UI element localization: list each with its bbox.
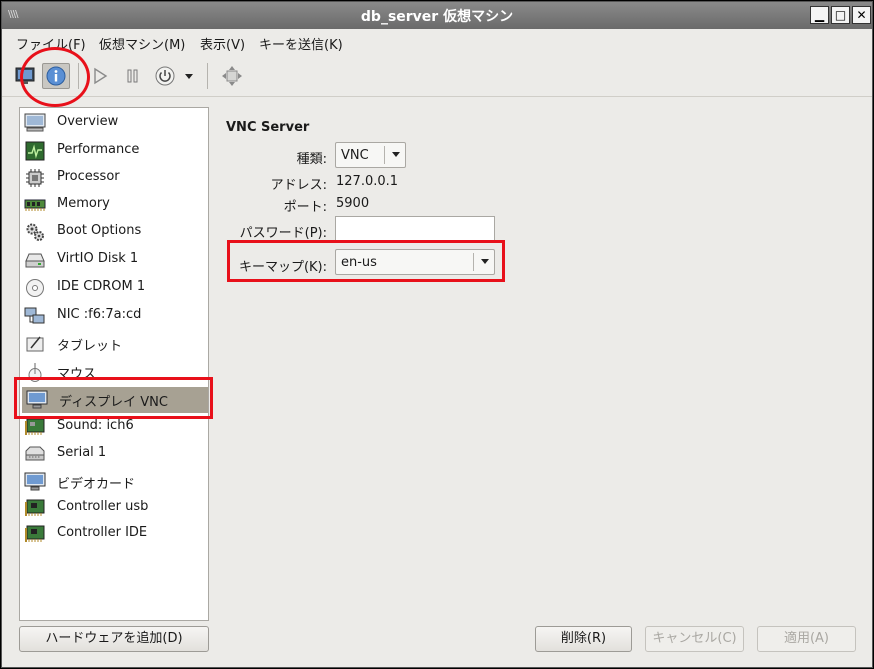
- cancel-button[interactable]: キャンセル(C): [645, 626, 744, 652]
- remove-button[interactable]: 削除(R): [535, 626, 632, 652]
- type-label: 種類:: [296, 152, 327, 167]
- port-label: ポート:: [283, 200, 327, 215]
- sidebar-item-controller-ide[interactable]: Controller IDE: [20, 521, 208, 547]
- video-card-icon: [24, 472, 46, 492]
- sidebar-item-performance[interactable]: Performance: [20, 138, 208, 164]
- menu-bar: ファイル(F) 仮想マシン(M) 表示(V) キーを送信(K): [2, 30, 872, 54]
- highlight-box-display: [14, 377, 213, 419]
- controller-icon: [24, 524, 46, 544]
- sidebar-item-virtio-disk[interactable]: VirtIO Disk 1: [20, 247, 208, 273]
- run-icon[interactable]: [86, 63, 114, 89]
- controller-icon: [24, 498, 46, 518]
- cdrom-icon: [24, 278, 46, 298]
- disk-icon: [24, 250, 46, 270]
- sidebar-item-controller-usb[interactable]: Controller usb: [20, 495, 208, 521]
- menu-view[interactable]: 表示(V): [200, 34, 245, 53]
- power-icon[interactable]: [151, 63, 179, 89]
- serial-icon: [24, 444, 46, 464]
- gears-icon: [24, 222, 46, 242]
- add-hardware-button[interactable]: ハードウェアを追加(D): [19, 626, 209, 652]
- maximize-button[interactable]: □: [831, 6, 850, 24]
- tablet-icon: [24, 334, 46, 354]
- apply-button[interactable]: 適用(A): [757, 626, 856, 652]
- password-field[interactable]: [335, 216, 495, 242]
- chevron-down-icon: [392, 152, 400, 157]
- sidebar-item-boot-options[interactable]: Boot Options: [20, 219, 208, 245]
- hardware-list: Overview Performance Processor Memory Bo…: [19, 107, 209, 621]
- sidebar-item-overview[interactable]: Overview: [20, 110, 208, 136]
- sidebar-item-serial[interactable]: Serial 1: [20, 441, 208, 467]
- address-value: 127.0.0.1: [336, 174, 399, 189]
- section-title: VNC Server: [226, 120, 310, 135]
- sidebar-item-nic[interactable]: NIC :f6:7a:cd: [20, 303, 208, 329]
- sidebar-item-tablet[interactable]: タブレット: [20, 331, 208, 357]
- toolbar: [2, 55, 872, 97]
- password-label: パスワード(P):: [239, 226, 327, 241]
- menu-vm[interactable]: 仮想マシン(M): [99, 34, 185, 53]
- title-bar[interactable]: \\\\ db_server 仮想マシン ▁ □ ✕: [2, 2, 872, 29]
- sidebar-item-video-card[interactable]: ビデオカード: [20, 469, 208, 495]
- fullscreen-icon[interactable]: [218, 63, 246, 89]
- menu-send-key[interactable]: キーを送信(K): [259, 34, 343, 53]
- type-value: VNC: [341, 148, 369, 163]
- window-title: db_server 仮想マシン: [360, 9, 514, 25]
- sidebar-item-memory[interactable]: Memory: [20, 192, 208, 218]
- minimize-button[interactable]: ▁: [810, 6, 829, 24]
- close-button[interactable]: ✕: [852, 6, 871, 24]
- address-label: アドレス:: [270, 178, 327, 193]
- power-menu-icon[interactable]: [180, 63, 198, 89]
- performance-icon: [24, 141, 46, 161]
- cpu-icon: [24, 168, 46, 188]
- sound-card-icon: [24, 417, 46, 437]
- type-combobox[interactable]: VNC: [335, 142, 406, 168]
- memory-icon: [24, 195, 46, 215]
- vm-details-window: \\\\ db_server 仮想マシン ▁ □ ✕ ファイル(F) 仮想マシン…: [1, 1, 873, 668]
- sidebar-item-ide-cdrom[interactable]: IDE CDROM 1: [20, 275, 208, 301]
- monitor-icon: [24, 113, 46, 133]
- highlight-circle: [20, 47, 90, 107]
- pause-icon[interactable]: [119, 63, 147, 89]
- highlight-box-keymap: [227, 240, 505, 282]
- sidebar-item-processor[interactable]: Processor: [20, 165, 208, 191]
- port-value: 5900: [336, 196, 370, 211]
- network-icon: [24, 306, 46, 326]
